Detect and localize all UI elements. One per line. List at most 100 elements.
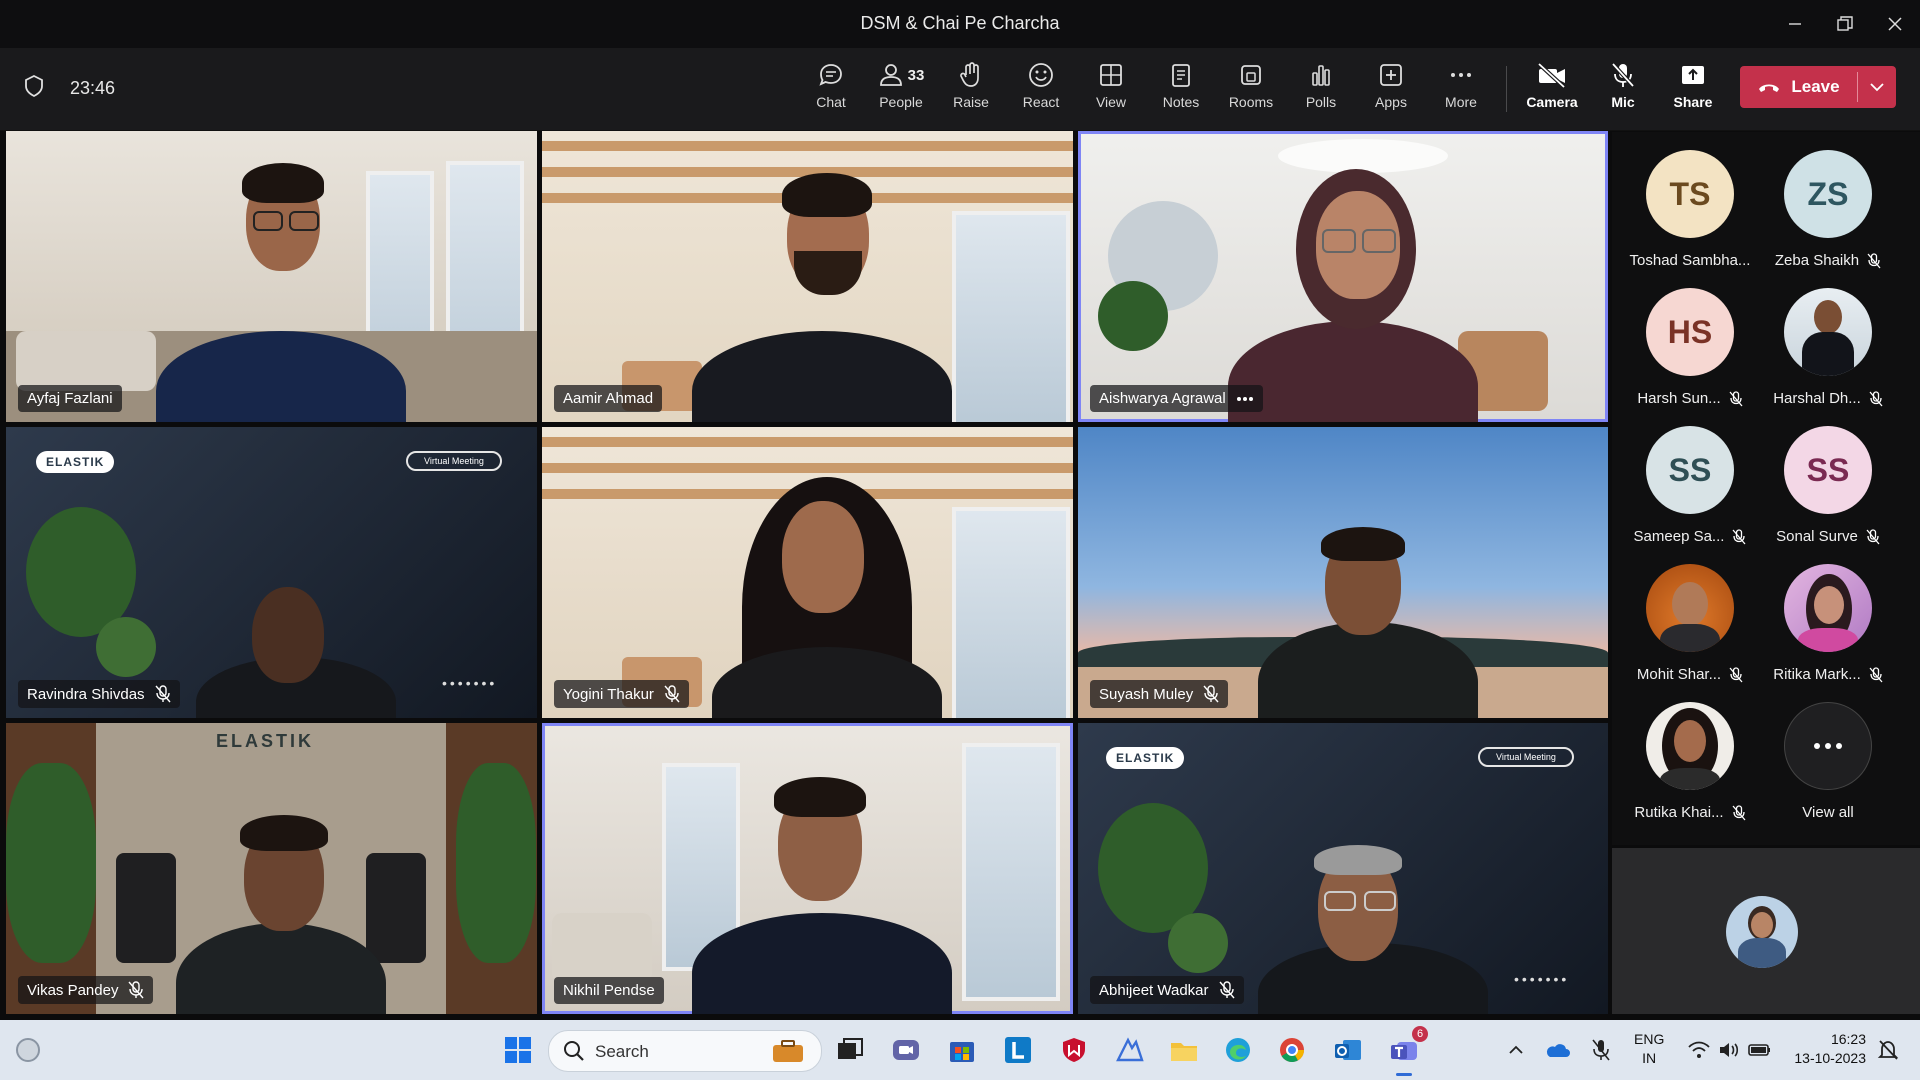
tray-mic-button[interactable] <box>1586 1030 1616 1070</box>
share-button[interactable]: Share <box>1660 58 1726 124</box>
meet-app-button[interactable] <box>886 1030 926 1070</box>
window-title: DSM & Chai Pe Charcha <box>860 13 1060 33</box>
beard <box>794 251 862 295</box>
glasses <box>253 211 283 231</box>
restore-icon <box>1837 16 1853 31</box>
leave-button[interactable]: Leave <box>1740 77 1857 97</box>
video-tile-participant[interactable]: Ayfaj Fazlani <box>6 131 537 422</box>
mic-muted-icon <box>1592 1039 1610 1061</box>
participant-name-tag: Vikas Pandey <box>18 976 154 1004</box>
more-button[interactable]: More <box>1428 58 1494 124</box>
self-avatar <box>1726 896 1798 968</box>
people-count: 33 <box>907 66 925 84</box>
raise-label: Raise <box>953 94 989 110</box>
roster-participant[interactable]: Mohit Shar... <box>1615 564 1765 683</box>
participant-name: Ritika Mark... <box>1773 666 1861 683</box>
mic-off-icon <box>1729 390 1743 406</box>
video-tile-participant[interactable]: ELASTIK Vikas Pandey <box>6 723 537 1014</box>
mcafee-app-button[interactable] <box>1054 1030 1094 1070</box>
volume-icon <box>1720 1043 1739 1057</box>
outlook-app-button[interactable] <box>1328 1030 1368 1070</box>
wifi-icon <box>1688 1041 1710 1058</box>
participant-name: Toshad Sambha... <box>1629 252 1751 269</box>
roster-participant[interactable]: Harshal Dh... <box>1753 288 1903 407</box>
onedrive-button[interactable] <box>1542 1030 1572 1070</box>
video-tile-participant[interactable]: Suyash Muley <box>1078 427 1608 718</box>
participant-name: Vikas Pandey <box>27 981 119 999</box>
view-all-button[interactable]: View all <box>1753 702 1903 821</box>
more-options-icon[interactable] <box>1236 396 1254 402</box>
l-app-button[interactable] <box>998 1030 1038 1070</box>
ceiling-light <box>1278 139 1448 173</box>
mountain-app-icon <box>1116 1037 1144 1062</box>
roster-participant[interactable]: TS Toshad Sambha... <box>1615 150 1765 269</box>
weather-widget[interactable] <box>8 1030 48 1070</box>
apps-button[interactable]: Apps <box>1358 58 1424 124</box>
battery-icon <box>1748 1044 1770 1056</box>
clock-time: 16:23 <box>1830 1031 1866 1047</box>
participant-name: Zeba Shaikh <box>1774 252 1860 269</box>
weather-icon <box>16 1038 40 1062</box>
roster-participant[interactable]: ZS Zeba Shaikh <box>1753 150 1903 269</box>
chat-button[interactable]: Chat <box>798 58 864 124</box>
view-button[interactable]: View <box>1078 58 1144 124</box>
mic-button[interactable]: Mic <box>1590 58 1656 124</box>
video-tile-participant[interactable]: Nikhil Pendse <box>542 723 1073 1014</box>
leave-options-button[interactable] <box>1858 82 1896 92</box>
plant <box>456 763 536 963</box>
mic-off-icon <box>1218 981 1235 999</box>
teams-app-button[interactable]: 6 <box>1384 1026 1428 1076</box>
taskbar-search[interactable]: Search <box>548 1030 822 1072</box>
more-dots-icon <box>1784 702 1872 790</box>
roster-participant[interactable]: Ritika Mark... <box>1753 564 1903 683</box>
chrome-browser-button[interactable] <box>1272 1030 1312 1070</box>
close-button[interactable] <box>1872 8 1918 40</box>
folder-icon <box>1171 1043 1197 1061</box>
raise-hand-button[interactable]: Raise <box>938 58 1004 124</box>
video-tile-participant[interactable]: Aishwarya Agrawal <box>1078 131 1608 422</box>
windows-taskbar: Search 6 ENG IN 16:23 13-10-2023 <box>0 1020 1920 1080</box>
camera-button[interactable]: Camera <box>1519 58 1585 124</box>
roster-participant[interactable]: SS Sameep Sa... <box>1615 426 1765 545</box>
shield-icon <box>24 74 44 103</box>
input-language-indicator[interactable]: ENG IN <box>1634 1030 1664 1068</box>
meeting-timer: 23:46 <box>70 78 116 98</box>
roster-participant[interactable]: Rutika Khai... <box>1615 702 1765 821</box>
taskbar-clock[interactable]: 16:23 13-10-2023 <box>1786 1030 1866 1068</box>
start-button[interactable] <box>498 1030 538 1070</box>
mic-off-icon <box>1732 528 1746 544</box>
notes-button[interactable]: Notes <box>1148 58 1214 124</box>
video-tile-participant[interactable]: Yogini Thakur <box>542 427 1073 718</box>
person-head <box>252 587 324 683</box>
people-button[interactable]: 33 People <box>868 58 934 124</box>
office-chair <box>116 853 176 963</box>
avatar-photo <box>1646 702 1734 790</box>
react-button[interactable]: React <box>1008 58 1074 124</box>
ceiling-beam <box>542 463 1073 473</box>
roster-participant[interactable]: HS Harsh Sun... <box>1615 288 1765 407</box>
notes-label: Notes <box>1162 94 1200 110</box>
mic-off-icon <box>664 685 680 703</box>
quick-settings-button[interactable] <box>1678 1030 1782 1070</box>
avatar: HS <box>1646 288 1734 376</box>
outlook-icon <box>1335 1040 1361 1060</box>
roster-participant[interactable]: SS Sonal Surve <box>1753 426 1903 545</box>
vpn-app-button[interactable] <box>1110 1030 1150 1070</box>
minimize-button[interactable] <box>1772 8 1818 40</box>
restore-button[interactable] <box>1822 8 1868 40</box>
file-explorer-button[interactable] <box>1164 1030 1204 1070</box>
video-tile-participant[interactable]: ELASTIK Virtual Meeting ••••••• Abhijeet… <box>1078 723 1608 1014</box>
video-tile-participant[interactable]: ELASTIK Virtual Meeting ••••••• Ravindra… <box>6 427 537 718</box>
rooms-button[interactable]: Rooms <box>1218 58 1284 124</box>
participant-name: Rutika Khai... <box>1634 804 1724 821</box>
polls-button[interactable]: Polls <box>1288 58 1354 124</box>
search-icon <box>564 1041 584 1061</box>
more-label: More <box>1445 94 1477 110</box>
room-window <box>952 211 1070 422</box>
show-hidden-icons-button[interactable] <box>1502 1030 1530 1070</box>
notification-center-button[interactable] <box>1872 1030 1904 1070</box>
edge-browser-button[interactable] <box>1218 1030 1258 1070</box>
store-app-button[interactable] <box>942 1030 982 1070</box>
video-tile-participant[interactable]: Aamir Ahmad <box>542 131 1073 422</box>
task-view-button[interactable] <box>830 1030 870 1070</box>
